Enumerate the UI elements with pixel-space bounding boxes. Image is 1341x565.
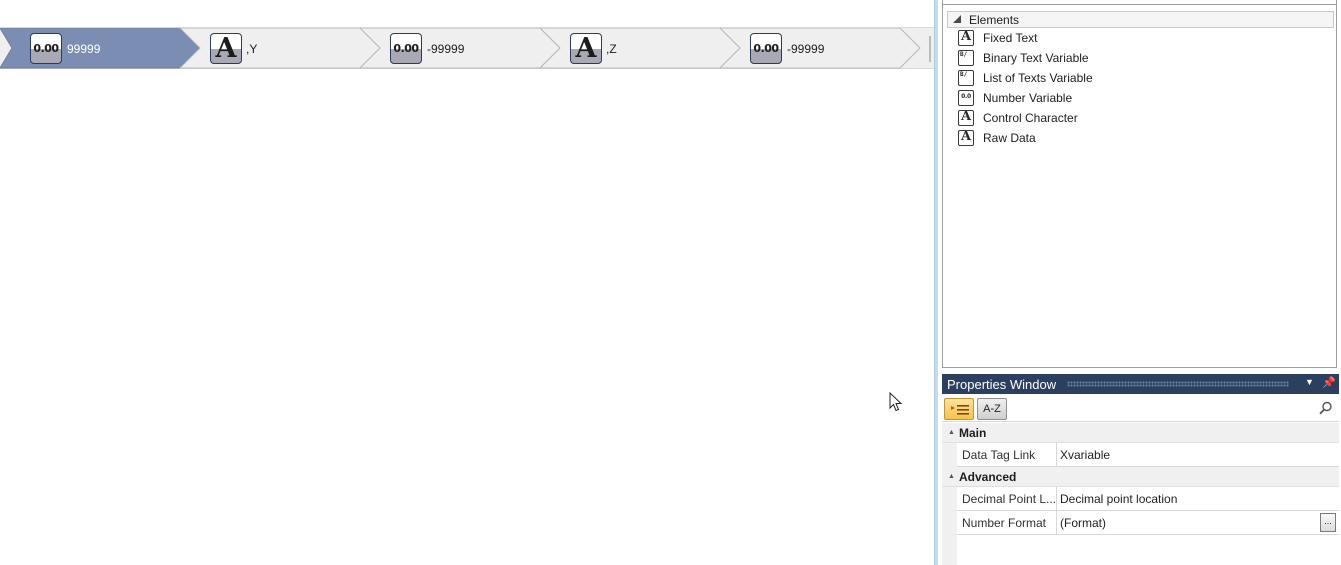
category-label: Advanced: [959, 470, 1017, 484]
toolbox-item-label: Number Variable: [983, 91, 1073, 105]
title-grip: [1067, 381, 1289, 387]
collapse-icon[interactable]: ▲: [948, 429, 955, 436]
mouse-pointer-icon: [889, 392, 903, 412]
pin-icon[interactable]: 📌: [1322, 376, 1336, 389]
property-row-decimal-point-location[interactable]: Decimal Point L... Decimal point locatio…: [957, 487, 1339, 511]
crumb-label: -99999: [427, 42, 465, 56]
number-variable-icon: 0.00: [30, 33, 62, 64]
toolbox-item-control-character[interactable]: A Control Character: [958, 108, 1318, 128]
binary-text-variable-icon: B/: [958, 50, 974, 66]
crumb-text-z[interactable]: A ,Z: [540, 28, 720, 68]
crumb-number-minus-99999-2[interactable]: 0.00 -99999: [720, 28, 900, 68]
raw-data-icon: A: [958, 130, 974, 146]
crumb-label: -99999: [787, 42, 825, 56]
search-icon[interactable]: [1319, 401, 1333, 415]
property-value-field[interactable]: Xvariable: [1058, 443, 1338, 466]
properties-title: Properties Window: [947, 377, 1057, 392]
tree-group-elements[interactable]: Elements: [947, 11, 1334, 28]
crumb-number-minus-99999[interactable]: 0.00 -99999: [360, 28, 540, 68]
properties-title-bar[interactable]: Properties Window ▼ 📌: [942, 374, 1339, 394]
properties-gutter: [942, 443, 957, 565]
right-panel: Elements A Fixed Text B/ Binary Text Var…: [938, 0, 1341, 565]
toolbox-item-binary-text-variable[interactable]: B/ Binary Text Variable: [958, 48, 1318, 68]
toolbox-item-fixed-text[interactable]: A Fixed Text: [958, 28, 1318, 48]
toolbox-panel: Elements A Fixed Text B/ Binary Text Var…: [942, 0, 1337, 368]
toolbox-item-list-of-texts-variable[interactable]: B/ List of Texts Variable: [958, 68, 1318, 88]
crumb-label: ,Y: [246, 42, 258, 56]
toolbox-item-number-variable[interactable]: 0.0 Number Variable: [958, 88, 1318, 108]
number-variable-icon: 0.00: [750, 33, 782, 64]
category-main[interactable]: ▲ Main: [942, 423, 1339, 443]
tree-group-label: Elements: [969, 13, 1020, 27]
toolbox-item-label: List of Texts Variable: [983, 71, 1093, 85]
category-label: Main: [959, 426, 987, 440]
toolbox-item-label: Control Character: [983, 111, 1078, 125]
list-of-texts-variable-icon: B/: [958, 70, 974, 86]
categorized-view-button[interactable]: [944, 398, 974, 420]
toolbox-item-raw-data[interactable]: A Raw Data: [958, 128, 1318, 148]
collapse-icon[interactable]: ▲: [948, 473, 955, 480]
alphabetical-view-button[interactable]: A-Z: [977, 398, 1007, 420]
categorized-icon: [951, 405, 969, 415]
fixed-text-icon: A: [570, 33, 602, 64]
collapse-triangle-icon[interactable]: [953, 15, 961, 23]
property-name: Decimal Point L...: [957, 487, 1057, 510]
alphabetical-label: A-Z: [983, 403, 1001, 415]
designer-canvas[interactable]: 0.00 99999 A ,Y 0.00 -99999 A ,Z 0.00 -9…: [0, 0, 934, 565]
fixed-text-icon: A: [958, 30, 974, 46]
element-sequence-bar: 0.00 99999 A ,Y 0.00 -99999 A ,Z 0.00 -9…: [0, 27, 934, 69]
properties-window: Properties Window ▼ 📌 A-Z ▲ Main Data Ta…: [942, 374, 1339, 565]
property-row-data-tag-link[interactable]: Data Tag Link Xvariable: [957, 443, 1339, 467]
property-row-number-format[interactable]: Number Format (Format) ...: [957, 511, 1339, 535]
crumb-text-y[interactable]: A ,Y: [180, 28, 360, 68]
control-character-icon: A: [958, 110, 974, 126]
property-name: Number Format: [957, 511, 1057, 534]
crumb-label: 99999: [67, 42, 101, 56]
crumb-number-99999[interactable]: 0.00 99999: [0, 28, 180, 68]
toolbox-top-edge: [943, 0, 1336, 5]
toolbox-item-label: Fixed Text: [983, 31, 1038, 45]
category-advanced[interactable]: ▲ Advanced: [942, 467, 1339, 487]
property-value-field[interactable]: Decimal point location: [1058, 487, 1338, 510]
property-value-field[interactable]: (Format): [1058, 511, 1338, 534]
ellipsis-button[interactable]: ...: [1320, 513, 1336, 532]
property-name: Data Tag Link: [957, 443, 1057, 466]
crumb-label: ,Z: [606, 42, 617, 56]
toolbox-item-label: Raw Data: [983, 131, 1036, 145]
window-menu-dropdown-icon[interactable]: ▼: [1305, 377, 1314, 387]
number-variable-icon: 0.00: [390, 33, 422, 64]
fixed-text-icon: A: [210, 33, 242, 64]
properties-toolbar: A-Z: [942, 395, 1339, 422]
toolbox-item-label: Binary Text Variable: [983, 51, 1089, 65]
number-variable-icon: 0.0: [958, 90, 974, 106]
